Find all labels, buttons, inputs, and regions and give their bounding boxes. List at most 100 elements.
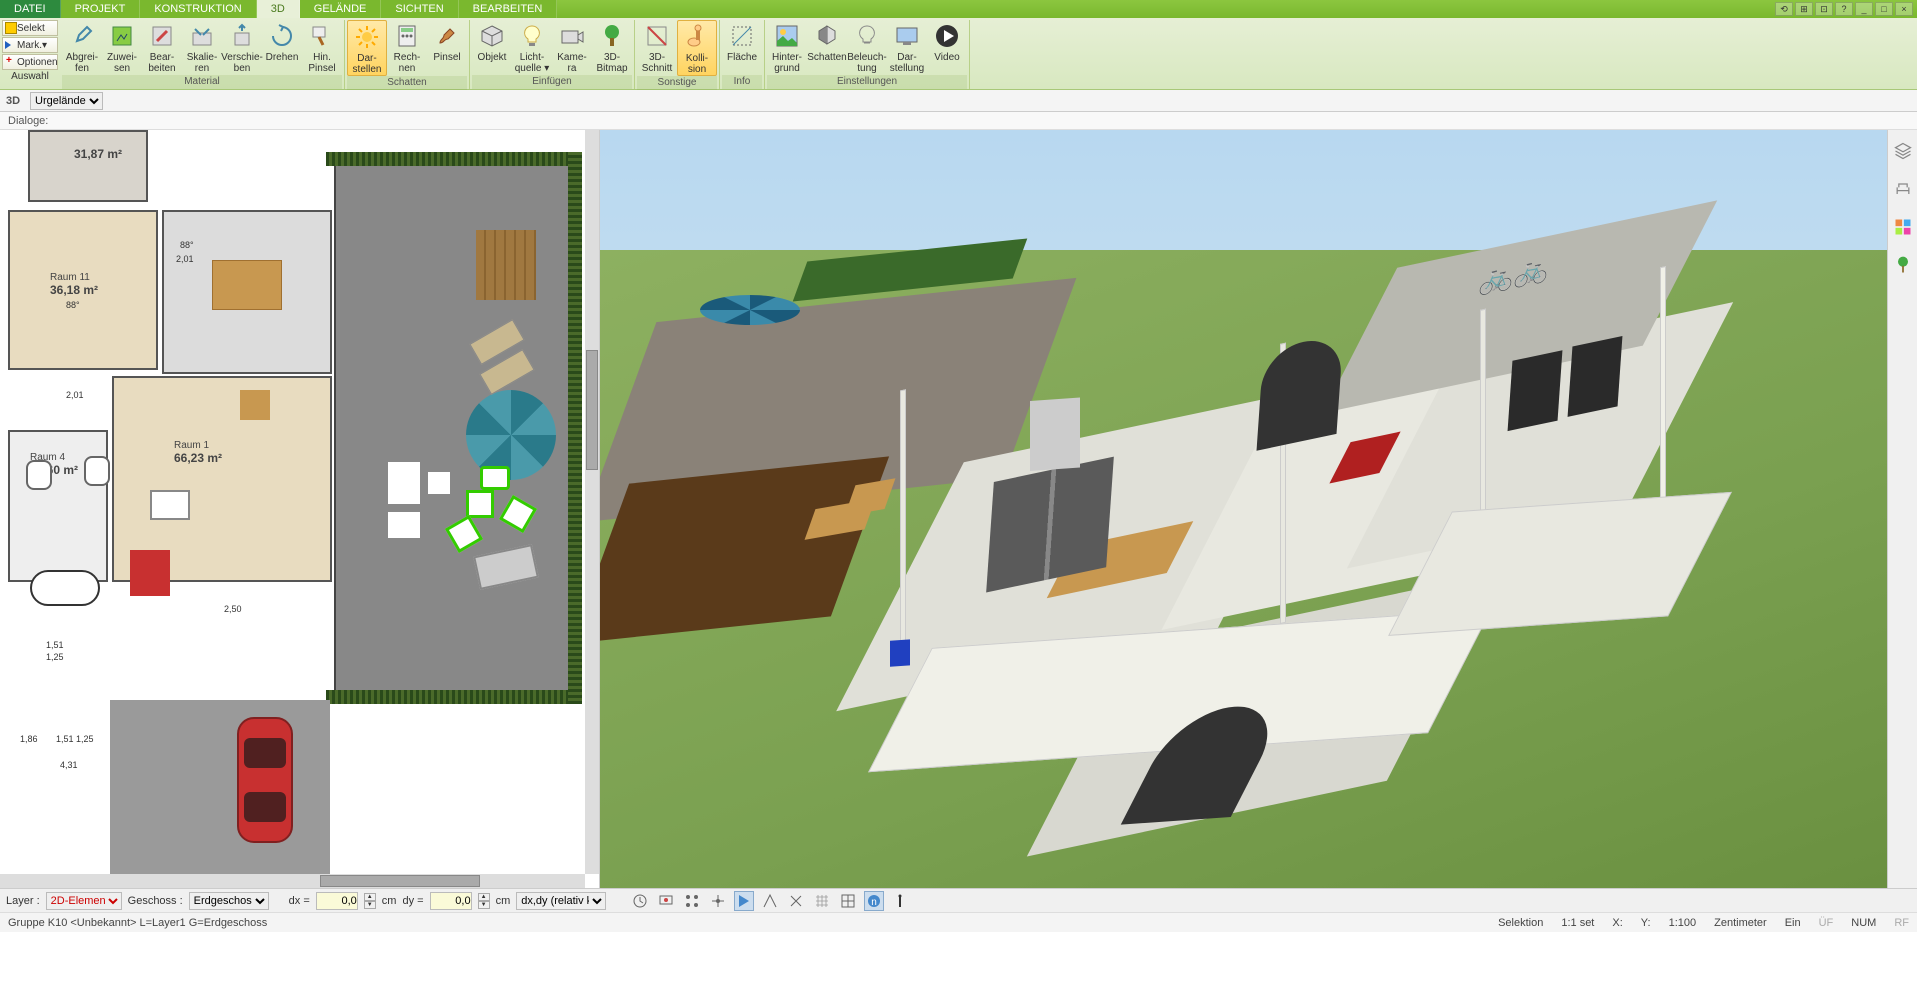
furniture-icon[interactable]: [1892, 178, 1914, 200]
close-button[interactable]: ×: [1895, 2, 1913, 16]
select-mode-button[interactable]: Selekt: [2, 20, 58, 36]
car-icon: [230, 710, 300, 850]
ribbon-rech-button[interactable]: Rech-nen: [387, 20, 427, 76]
grid-snap-icon[interactable]: [838, 891, 858, 911]
sofa-2d: [386, 510, 422, 540]
ribbon-zuwei-button[interactable]: Zuwei-sen: [102, 20, 142, 75]
ribbon-beleuch-button[interactable]: Beleuch-tung: [847, 20, 887, 75]
status-rf: RF: [1894, 917, 1909, 929]
tb-grid-icon[interactable]: ⊞: [1795, 2, 1813, 16]
layer-select[interactable]: 2D-Elemen: [46, 892, 122, 910]
ribbon-hin-button[interactable]: Hin.Pinsel: [302, 20, 342, 75]
tb-sync-icon[interactable]: ⟲: [1775, 2, 1793, 16]
menu-tab-3d[interactable]: 3D: [257, 0, 300, 18]
dy-input[interactable]: [430, 892, 472, 910]
dimension-label: 1,25: [76, 734, 94, 744]
dx-spinner[interactable]: ▲▼: [364, 893, 376, 909]
ribbon-licht-button[interactable]: Licht-quelle ▾: [512, 20, 552, 75]
house-3d: 🚲🚲: [780, 252, 1880, 829]
dy-unit: cm: [496, 895, 511, 907]
room-2d[interactable]: Raum 1136,18 m²: [8, 210, 158, 370]
ribbon-dar-button[interactable]: Dar-stellung: [887, 20, 927, 75]
ribbon-d-button[interactable]: 3D-Schnitt: [637, 20, 677, 76]
rotate-icon: [268, 22, 296, 50]
chair-2d: [466, 490, 494, 518]
menu-tab-datei[interactable]: DATEI: [0, 0, 61, 18]
ribbon-skalie-button[interactable]: Skalie-ren: [182, 20, 222, 75]
snap-mid-icon[interactable]: [708, 891, 728, 911]
ribbon-verschie-button[interactable]: Verschie-ben: [222, 20, 262, 75]
ribbon-group-info: FlächeInfo: [720, 20, 765, 89]
snap-ortho-icon[interactable]: [786, 891, 806, 911]
terrain-select[interactable]: Urgelände: [30, 92, 103, 110]
cursor-info-icon[interactable]: [890, 891, 910, 911]
plants-icon[interactable]: [1892, 254, 1914, 276]
fireplace-3d: [1030, 397, 1080, 470]
screen-icon[interactable]: [656, 891, 676, 911]
minimize-button[interactable]: _: [1855, 2, 1873, 16]
room-2d[interactable]: 31,87 m²: [28, 130, 148, 202]
menu-tab-konstruktion[interactable]: KONSTRUKTION: [140, 0, 256, 18]
snap-grid-icon[interactable]: [734, 891, 754, 911]
sub-toolbar: 3D Urgelände: [0, 90, 1917, 112]
ribbon-hinter-button[interactable]: Hinter-grund: [767, 20, 807, 75]
brush-icon: [308, 22, 336, 50]
dimension-label: 1,51: [56, 734, 74, 744]
status-left: Gruppe K10 <Unbekannt> L=Layer1 G=Erdges…: [8, 917, 267, 929]
status-num: NUM: [1851, 917, 1876, 929]
ribbon-pinsel-button[interactable]: Pinsel: [427, 20, 467, 76]
ribbon-group-label: Einfügen: [472, 75, 632, 89]
dx-input[interactable]: [316, 892, 358, 910]
dimension-label: 1,86: [20, 734, 38, 744]
dy-spinner[interactable]: ▲▼: [478, 893, 490, 909]
layers-icon[interactable]: [1892, 140, 1914, 162]
snap-angle-icon[interactable]: [760, 891, 780, 911]
snap-point-icon[interactable]: [682, 891, 702, 911]
coord-mode-select[interactable]: dx,dy (relativ ka: [516, 892, 606, 910]
clock-icon[interactable]: [630, 891, 650, 911]
maximize-button[interactable]: □: [1875, 2, 1893, 16]
ribbon-kame-button[interactable]: Kame-ra: [552, 20, 592, 75]
outdoor-bench-3d: [805, 499, 876, 540]
vscroll-2d[interactable]: [585, 130, 599, 874]
room-2d[interactable]: Raum 426,60 m²: [8, 430, 108, 582]
mark-mode-button[interactable]: Mark. ▾: [2, 37, 58, 53]
menu-tab-bearbeiten[interactable]: BEARBEITEN: [459, 0, 558, 18]
ribbon-flche-button[interactable]: Fläche: [722, 20, 762, 75]
viewport-3d[interactable]: 🚲🚲: [600, 130, 1887, 888]
sink-2d: [84, 456, 110, 486]
edit-icon: [148, 22, 176, 50]
table-2d: [480, 466, 510, 490]
selection-group-label: Auswahl: [2, 71, 58, 82]
garden-patio: [334, 158, 574, 698]
cam-icon: [558, 22, 586, 50]
ribbon-kolli-button[interactable]: Kolli-sion: [677, 20, 717, 76]
ribbon-abgrei-button[interactable]: Abgrei-fen: [62, 20, 102, 75]
ribbon-dar-button[interactable]: Dar-stellen: [347, 20, 387, 76]
ribbon-objekt-button[interactable]: Objekt: [472, 20, 512, 75]
ribbon-d-button[interactable]: 3D-Bitmap: [592, 20, 632, 75]
options-button[interactable]: Optionen: [2, 54, 58, 70]
floor-select[interactable]: Erdgeschos: [189, 892, 269, 910]
info-mode-icon[interactable]: n: [864, 891, 884, 911]
hscroll-2d[interactable]: [0, 874, 585, 888]
ribbon-group-schatten: Dar-stellenRech-nenPinselSchatten: [345, 20, 470, 89]
dining-set-2d: [212, 260, 282, 310]
menu-tab-gelände[interactable]: GELÄNDE: [300, 0, 382, 18]
bg-icon: [773, 22, 801, 50]
grid-show-icon[interactable]: [812, 891, 832, 911]
viewport-2d[interactable]: 31,87 m²Raum 1136,18 m²45,42 m²Raum 426,…: [0, 130, 600, 888]
ribbon-schatten-button[interactable]: Schatten: [807, 20, 847, 75]
status-y: Y:: [1641, 917, 1651, 929]
bulb-icon: [518, 22, 546, 50]
tb-box-icon[interactable]: ⊡: [1815, 2, 1833, 16]
menu-tab-sichten[interactable]: SICHTEN: [381, 0, 458, 18]
table-2d: [150, 490, 190, 520]
tb-help-icon[interactable]: ?: [1835, 2, 1853, 16]
materials-icon[interactable]: [1892, 216, 1914, 238]
ribbon-bear-button[interactable]: Bear-beiten: [142, 20, 182, 75]
menu-tab-projekt[interactable]: PROJEKT: [61, 0, 141, 18]
ribbon-drehen-button[interactable]: Drehen: [262, 20, 302, 75]
ribbon-video-button[interactable]: Video: [927, 20, 967, 75]
window-3d: [1508, 350, 1563, 431]
